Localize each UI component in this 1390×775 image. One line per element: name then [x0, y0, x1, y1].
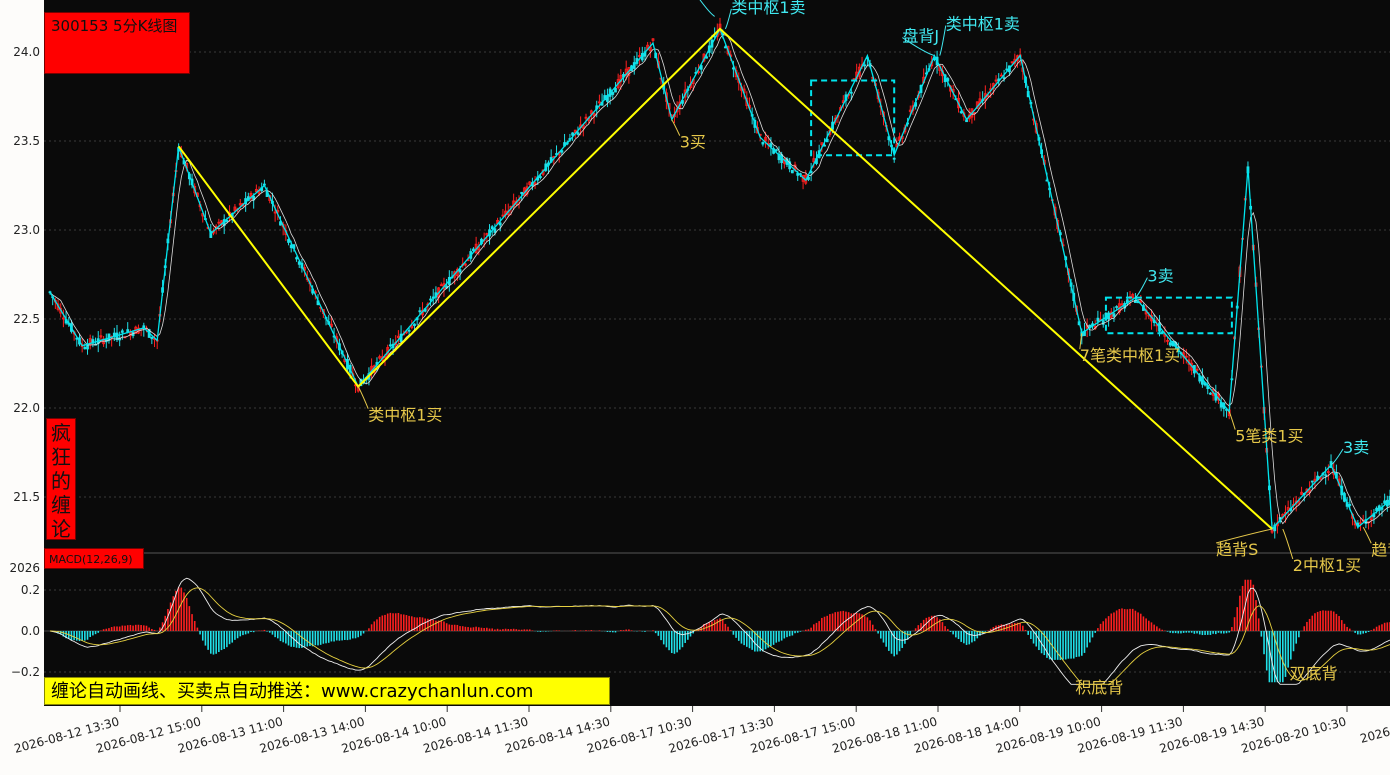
y-tick-label: 21.5 — [13, 490, 40, 504]
candle-body — [863, 64, 867, 67]
candle-body — [576, 132, 580, 135]
candle-body — [458, 269, 462, 273]
side-label-char: 论 — [51, 517, 71, 541]
candle-body — [1112, 313, 1116, 317]
candle-body — [388, 344, 392, 347]
candle-body — [1115, 306, 1119, 308]
macd-overflow-label: 2026 — [9, 561, 40, 575]
candle-body — [295, 257, 298, 260]
promo-banner: 缠论自动画线、买卖点自动推送：www.crazychanlun.com — [44, 677, 610, 705]
candle-body — [774, 149, 778, 152]
macd-tick-label: 0.2 — [21, 583, 40, 597]
y-tick-label: 23.5 — [13, 134, 40, 148]
y-tick-label: 24.0 — [13, 45, 40, 59]
side-label: 疯 狂 的 缠 论 — [46, 418, 76, 541]
candle-body — [120, 330, 124, 333]
candle-body — [959, 111, 963, 114]
candle-body — [498, 222, 502, 226]
side-label-char: 狂 — [51, 445, 71, 469]
candle-body — [86, 344, 89, 350]
candle-body — [892, 157, 896, 160]
candle-body — [614, 87, 617, 93]
side-label-char: 缠 — [51, 493, 71, 517]
candle-body — [429, 298, 432, 301]
annotation-label: 趋背S — [1216, 540, 1258, 559]
annotation-label: 类中枢1卖 — [731, 0, 805, 17]
candle-body — [418, 310, 422, 313]
macd-tick-label: 0.0 — [21, 624, 40, 638]
candle-body — [472, 248, 475, 252]
candle-body — [1310, 480, 1314, 483]
chart-root: 类中枢1买3买盘背J类中枢1卖盘背J类中枢1卖3卖7笔类中枢1买5笔类1买趋背S… — [0, 0, 1390, 775]
candle-body — [705, 56, 708, 59]
candle-body — [1209, 392, 1212, 395]
annotation-label: 3卖 — [1343, 438, 1369, 457]
macd-annotation-label: 积底背 — [1075, 678, 1123, 697]
annotation-label: 类中枢1卖 — [946, 15, 1020, 34]
candle-body — [1375, 507, 1378, 511]
annotation-label: 7笔类中枢1买 — [1080, 346, 1180, 365]
candle-body — [490, 226, 494, 229]
chart-title: 300153 5分K线图 — [44, 12, 190, 74]
macd-title: MACD(12,26,9) — [44, 548, 144, 569]
y-tick-label: 22.0 — [13, 401, 40, 415]
candle-body — [493, 228, 497, 233]
macd-annotation-label: 双底背 — [1290, 664, 1338, 683]
candle-body — [1348, 504, 1352, 506]
candle-body — [150, 336, 154, 340]
candle-body — [790, 169, 794, 174]
macd-tick-label: −0.2 — [11, 665, 40, 679]
side-label-char: 的 — [51, 469, 71, 493]
candle-body — [413, 323, 416, 327]
candle-body — [83, 346, 87, 350]
candle-body — [1383, 500, 1387, 504]
annotation-label: 3买 — [680, 133, 706, 152]
candle-body — [823, 144, 826, 147]
annotation-label: 3卖 — [1147, 267, 1173, 286]
annotation-label: 类中枢1买 — [368, 406, 442, 425]
y-tick-label: 23.0 — [13, 223, 40, 237]
candle-body — [539, 176, 542, 178]
candle-body — [1168, 342, 1172, 346]
annotation-label: 2中枢1买 — [1293, 556, 1361, 575]
price-panel-bg — [44, 0, 1390, 553]
candle-body — [1096, 317, 1100, 322]
annotation-label: 盘背J — [902, 27, 939, 46]
annotation-label: 5笔类1买 — [1235, 427, 1303, 446]
candle-body — [611, 92, 615, 95]
x-tick-label: 2026-08-20 — [1359, 714, 1390, 746]
candle-body — [1324, 474, 1328, 477]
y-tick-label: 22.5 — [13, 312, 40, 326]
candle-body — [571, 132, 574, 136]
annotation-label: 趋背S — [1371, 540, 1390, 559]
side-label-char: 疯 — [51, 421, 71, 445]
candle-body — [849, 91, 853, 94]
chart-svg: 类中枢1买3买盘背J类中枢1卖盘背J类中枢1卖3卖7笔类中枢1买5笔类1买趋背S… — [9, 0, 1390, 756]
candle-body — [407, 329, 411, 332]
candle-body — [520, 191, 524, 195]
candle-body — [761, 142, 765, 145]
